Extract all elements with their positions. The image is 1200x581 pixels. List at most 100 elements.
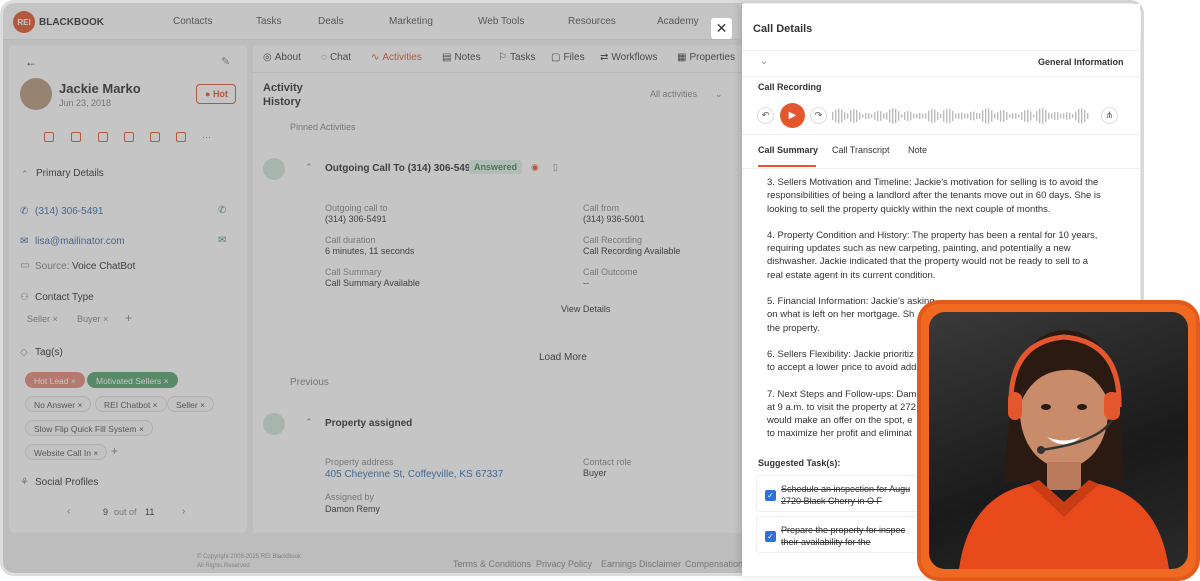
waveform-bar xyxy=(919,112,921,120)
tab-note[interactable]: Note xyxy=(908,145,927,155)
waveform-bar xyxy=(1012,113,1014,119)
divider xyxy=(742,168,1140,169)
summary-line: 4. Property Condition and History: The p… xyxy=(767,229,1098,241)
waveform-bar xyxy=(1075,111,1077,121)
waveform-bar xyxy=(913,113,915,119)
waveform-bar xyxy=(1084,109,1086,123)
waveform-bar xyxy=(1069,112,1071,120)
summary-line: requiring updates such as new carpeting,… xyxy=(767,243,1071,255)
waveform-bar xyxy=(940,113,942,119)
waveform-bar xyxy=(847,113,849,119)
waveform-bar xyxy=(865,112,867,120)
waveform-bar xyxy=(1087,112,1089,120)
waveform-bar xyxy=(871,114,873,118)
audio-waveform[interactable] xyxy=(832,105,1092,127)
waveform-bar xyxy=(922,113,924,119)
tab-call-summary[interactable]: Call Summary xyxy=(758,145,818,155)
call-recording-heading: Call Recording xyxy=(758,82,822,92)
waveform-bar xyxy=(937,111,939,121)
summary-paragraph: 3. Sellers Motivation and Timeline: Jack… xyxy=(767,176,1122,216)
waveform-bar xyxy=(877,110,879,122)
waveform-bar xyxy=(880,111,882,121)
waveform-bar xyxy=(982,110,984,122)
waveform-bar xyxy=(1015,113,1017,119)
waveform-bar xyxy=(1027,109,1029,123)
waveform-bar xyxy=(964,113,966,119)
tab-call-transcript[interactable]: Call Transcript xyxy=(832,145,890,155)
waveform-bar xyxy=(967,113,969,119)
modal-backdrop[interactable] xyxy=(3,3,743,573)
waveform-bar xyxy=(901,114,903,118)
waveform-bar xyxy=(874,112,876,120)
waveform-bar xyxy=(841,109,843,123)
waveform-bar xyxy=(925,113,927,119)
waveform-bar xyxy=(1009,114,1011,118)
chevron-down-icon[interactable]: ⌄ xyxy=(760,56,768,67)
general-info-heading[interactable]: General Information xyxy=(1038,57,1124,67)
divider xyxy=(742,76,1140,77)
waveform-bar xyxy=(1060,113,1062,119)
divider xyxy=(742,50,1140,51)
agent-avatar-card xyxy=(917,300,1200,581)
task-text: their availability for the xyxy=(781,537,871,547)
waveform-bar xyxy=(889,109,891,123)
agent-illustration xyxy=(959,330,1169,569)
waveform-bar xyxy=(1072,114,1074,118)
waveform-bar xyxy=(832,112,834,120)
waveform-bar xyxy=(853,109,855,123)
waveform-bar xyxy=(970,111,972,121)
summary-line: responsibilities of being a landlord aft… xyxy=(767,190,1101,202)
waveform-bar xyxy=(961,112,963,120)
waveform-bar xyxy=(1042,108,1044,124)
waveform-bar xyxy=(1006,111,1008,121)
forward-icon[interactable]: ↷ xyxy=(810,107,827,124)
waveform-bar xyxy=(985,108,987,124)
waveform-bar xyxy=(892,108,894,124)
waveform-bar xyxy=(955,113,957,119)
waveform-bar xyxy=(886,112,888,120)
waveform-bar xyxy=(934,109,936,123)
waveform-bar xyxy=(1045,109,1047,123)
waveform-bar xyxy=(898,111,900,121)
summary-line: 3. Sellers Motivation and Timeline: Jack… xyxy=(767,177,1099,188)
task-text: Prepare the property for inspec xyxy=(781,525,906,535)
waveform-bar xyxy=(1078,109,1080,123)
close-button[interactable]: ✕ xyxy=(711,18,732,39)
play-icon: ▶ xyxy=(788,110,797,121)
waveform-bar xyxy=(904,111,906,121)
waveform-bar xyxy=(1057,112,1059,120)
waveform-bar xyxy=(1024,110,1026,122)
waveform-bar xyxy=(931,109,933,123)
summary-line: looking to sell the property quickly wit… xyxy=(767,203,1051,215)
waveform-bar xyxy=(883,113,885,119)
task-text: Schedule an inspection for Augu xyxy=(781,484,911,494)
waveform-bar xyxy=(958,113,960,119)
waveform-bar xyxy=(895,108,897,124)
task-checkbox[interactable]: ✓ xyxy=(765,490,776,501)
waveform-bar xyxy=(1054,111,1056,121)
waveform-bar xyxy=(1063,113,1065,119)
waveform-bar xyxy=(1081,108,1083,124)
close-icon: ✕ xyxy=(715,20,728,36)
waveform-bar xyxy=(844,112,846,120)
play-button[interactable]: ▶ xyxy=(780,103,805,128)
task-checkbox[interactable]: ✓ xyxy=(765,531,776,542)
waveform-bar xyxy=(1000,110,1002,122)
waveform-bar xyxy=(994,113,996,119)
waveform-bar xyxy=(979,113,981,119)
waveform-bar xyxy=(859,112,861,120)
waveform-bar xyxy=(916,113,918,119)
waveform-bar xyxy=(1048,112,1050,120)
waveform-bar xyxy=(838,108,840,124)
waveform-bar xyxy=(1030,111,1032,121)
waveform-bar xyxy=(1066,112,1068,120)
rewind-icon[interactable]: ↶ xyxy=(757,107,774,124)
share-icon[interactable]: ⋔ xyxy=(1101,107,1118,124)
divider xyxy=(742,134,1140,135)
waveform-bar xyxy=(1051,113,1053,119)
summary-line: real estate agent in its current conditi… xyxy=(767,269,936,281)
waveform-bar xyxy=(850,110,852,122)
waveform-bar xyxy=(997,112,999,120)
waveform-bar xyxy=(928,110,930,122)
waveform-bar xyxy=(1039,108,1041,124)
